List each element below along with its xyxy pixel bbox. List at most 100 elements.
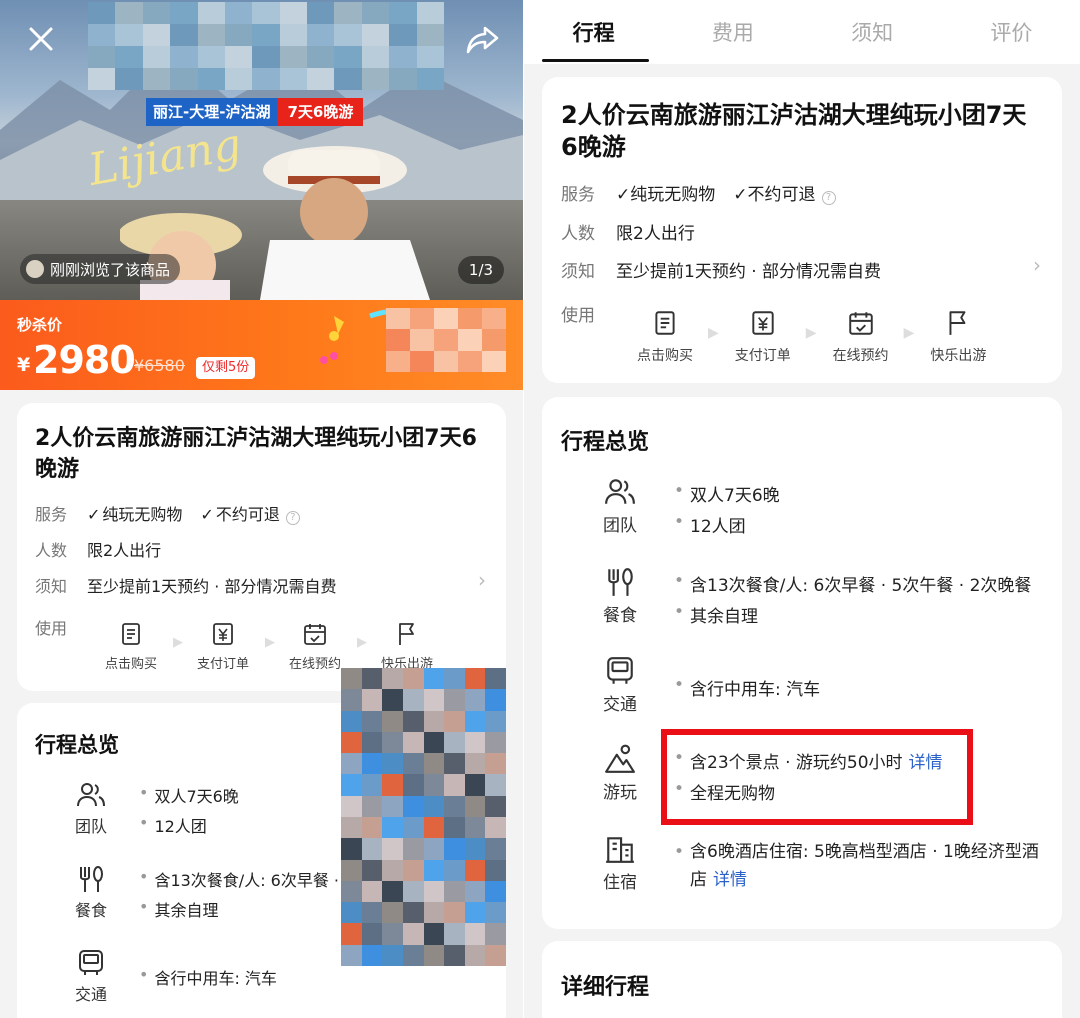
route-tag: 丽江-大理-泸沽湖 7天6晚游 bbox=[146, 98, 364, 126]
detailed-itinerary-card: 详细行程 bbox=[542, 941, 1062, 1018]
step-label: 快乐出游 bbox=[930, 348, 987, 364]
people-row: 人数 限2人出行 bbox=[561, 219, 695, 244]
overview-row-meals: 餐食 • 含13次餐食/人: 6次早餐 · • 其余自理 bbox=[73, 865, 339, 921]
service-item: ✓纯玩无购物 bbox=[87, 505, 183, 524]
usage-label: 使用 bbox=[35, 619, 68, 638]
list-item: • 12人团 bbox=[674, 512, 746, 537]
tab-reviews[interactable]: 评价 bbox=[942, 0, 1080, 64]
service-item: ✓不约可退? bbox=[200, 501, 300, 525]
chevron-right-icon[interactable]: › bbox=[478, 568, 486, 592]
overview-row-transport: 交通 • 含行中用车: 汽车 bbox=[600, 656, 820, 715]
chevron-right-icon[interactable]: › bbox=[1033, 253, 1041, 277]
list-item: • 含13次餐食/人: 6次早餐 · 5次午餐 · 2次晚餐 bbox=[674, 571, 1032, 596]
tab-notice[interactable]: 须知 bbox=[803, 0, 942, 64]
hotel-items: • 含6晚酒店住宿: 5晚高档型酒店 · 1晚经济型酒店 详情 bbox=[674, 838, 1042, 894]
overview-row-meals: 餐食 • 含13次餐食/人: 6次早餐 · 5次午餐 · 2次晚餐 • 其余自理 bbox=[600, 567, 1031, 627]
people-value: 限2人出行 bbox=[616, 224, 695, 244]
hotel-icon bbox=[606, 837, 634, 863]
receipt-icon bbox=[655, 311, 675, 335]
meals-block: 餐食 bbox=[73, 865, 109, 921]
service-label: 服务 bbox=[561, 185, 595, 205]
list-item: • 其余自理 bbox=[139, 897, 219, 920]
step-label: 支付订单 bbox=[196, 657, 249, 672]
help-icon[interactable]: ? bbox=[285, 511, 300, 525]
dining-icon bbox=[608, 568, 633, 596]
group-icon bbox=[77, 783, 105, 807]
transport-label: 交通 bbox=[603, 695, 637, 715]
flag-icon bbox=[399, 623, 414, 645]
step-label: 点击购买 bbox=[637, 348, 693, 364]
usage-steps: 点击购买 ▶ 支付订单 ▶ 在线预约 ▶ 快乐出游 bbox=[101, 621, 437, 672]
step-pay: 支付订单 bbox=[193, 621, 253, 672]
tab-fees[interactable]: 费用 bbox=[663, 0, 802, 64]
step-reserve: 在线预约 bbox=[830, 309, 892, 365]
overview-row-team: 团队 • 双人7天6晚 • 12人团 bbox=[73, 781, 239, 837]
tab-itinerary[interactable]: 行程 bbox=[524, 0, 663, 64]
share-icon[interactable] bbox=[465, 22, 501, 56]
step-arrow-icon: ▶ bbox=[173, 635, 183, 650]
recently-viewed-text: 刚刚浏览了该商品 bbox=[50, 260, 171, 279]
hotel-block: 住宿 bbox=[600, 834, 640, 894]
step-label: 支付订单 bbox=[734, 348, 791, 364]
sightseeing-block: 游玩 bbox=[600, 744, 640, 804]
service-item: ✓不约可退? bbox=[733, 180, 836, 205]
team-label: 团队 bbox=[74, 817, 107, 836]
step-arrow-icon: ▶ bbox=[805, 325, 817, 341]
notice-row[interactable]: 须知 至少提前1天预约 · 部分情况需自费 bbox=[35, 573, 336, 597]
route-tag-destinations: 丽江-大理-泸沽湖 bbox=[146, 98, 278, 126]
hero-image[interactable]: 丽江-大理-泸沽湖 7天6晚游 Lijiang 刚刚浏览了该商品 1/3 bbox=[0, 0, 523, 300]
step-arrow-icon: ▶ bbox=[903, 325, 915, 341]
image-pager: 1/3 bbox=[458, 256, 504, 284]
highlight-box bbox=[661, 729, 973, 825]
list-item: • 双人7天6晚 bbox=[139, 783, 239, 806]
usage-row: 使用 bbox=[561, 301, 616, 326]
notice-value: 至少提前1天预约 · 部分情况需自费 bbox=[616, 262, 882, 282]
original-price: ¥6580 bbox=[134, 356, 185, 375]
help-icon[interactable]: ? bbox=[821, 191, 836, 205]
left-screen: 丽江-大理-泸沽湖 7天6晚游 Lijiang 刚刚浏览了该商品 1/3 秒杀价… bbox=[0, 0, 523, 1018]
flash-sale-bar: 秒杀价 ¥ 2980 ¥6580 仅剩5份 bbox=[0, 300, 523, 390]
close-icon[interactable] bbox=[24, 22, 58, 56]
team-block: 团队 bbox=[73, 781, 109, 837]
notice-label: 须知 bbox=[35, 577, 68, 596]
check-icon: ✓ bbox=[87, 505, 101, 524]
step-buy: 点击购买 bbox=[101, 621, 161, 672]
step-travel: 快乐出游 bbox=[927, 309, 989, 365]
notice-value: 至少提前1天预约 · 部分情况需自费 bbox=[87, 577, 337, 596]
usage-row: 使用 bbox=[35, 615, 87, 639]
notice-row[interactable]: 须知 至少提前1天预约 · 部分情况需自费 bbox=[561, 257, 881, 282]
step-label: 在线预约 bbox=[832, 348, 889, 364]
sightseeing-icon bbox=[605, 744, 635, 773]
meals-items: • 含13次餐食/人: 6次早餐 · 5次午餐 · 2次晚餐 • 其余自理 bbox=[674, 571, 1031, 627]
pixelated-promo bbox=[386, 308, 506, 372]
yen-payment-icon bbox=[752, 311, 774, 335]
team-block: 团队 bbox=[600, 477, 640, 537]
route-tag-days: 7天6晚游 bbox=[277, 98, 364, 126]
current-price: 2980 bbox=[33, 338, 136, 382]
step-arrow-icon: ▶ bbox=[357, 635, 367, 650]
flash-sale-label: 秒杀价 bbox=[17, 316, 63, 334]
list-item: • 含13次餐食/人: 6次早餐 · bbox=[139, 867, 340, 890]
details-link[interactable]: 详情 bbox=[713, 870, 747, 890]
right-screen: 行程 费用 须知 评价 2人价云南旅游丽江泸沽湖大理纯玩小团7天6晚游 服务 ✓… bbox=[523, 0, 1080, 1018]
meals-label: 餐食 bbox=[603, 606, 637, 626]
receipt-icon bbox=[122, 623, 140, 645]
meals-label: 餐食 bbox=[74, 901, 107, 920]
people-value: 限2人出行 bbox=[87, 541, 162, 560]
service-item: ✓纯玩无购物 bbox=[616, 185, 716, 205]
recently-viewed-pill: 刚刚浏览了该商品 bbox=[20, 254, 181, 284]
step-pay: 支付订单 bbox=[732, 309, 794, 365]
avatar bbox=[26, 260, 44, 278]
people-label: 人数 bbox=[561, 224, 595, 244]
team-items: • 双人7天6晚 • 12人团 bbox=[674, 481, 780, 537]
list-item: • 其余自理 bbox=[674, 602, 759, 627]
overview-row-hotel: 住宿 • 含6晚酒店住宿: 5晚高档型酒店 · 1晚经济型酒店 详情 bbox=[600, 834, 1042, 894]
step-label: 点击购买 bbox=[104, 657, 157, 672]
overview-row-team: 团队 • 双人7天6晚 • 12人团 bbox=[600, 477, 780, 537]
pixelated-overlay bbox=[341, 668, 506, 966]
notice-label: 须知 bbox=[561, 262, 595, 282]
overview-row-transport: 交通 • 含行中用车: 汽车 bbox=[73, 949, 277, 1005]
check-icon: ✓ bbox=[200, 505, 214, 524]
group-icon bbox=[605, 479, 635, 504]
service-row: 服务 ✓纯玩无购物 ✓不约可退? bbox=[561, 180, 836, 205]
